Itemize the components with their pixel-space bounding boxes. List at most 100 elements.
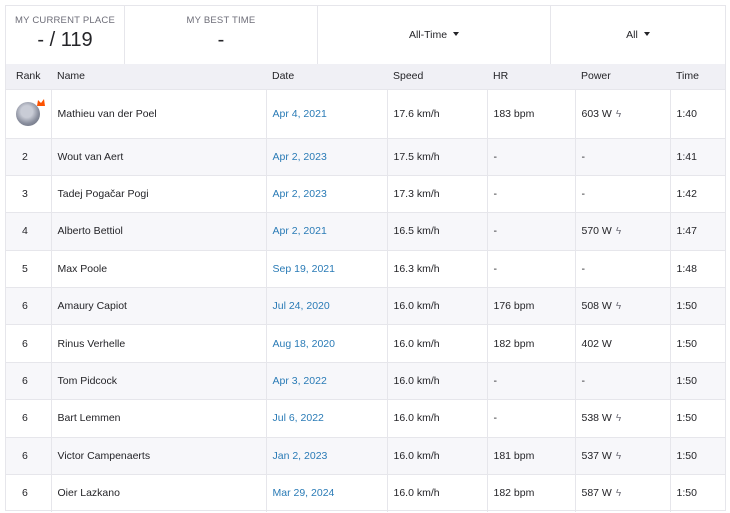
power-cell: 537 Wϟ [574, 436, 670, 475]
athlete-name-link[interactable]: Bart Lemmen [58, 412, 121, 424]
table-row: 6 Bart Lemmen Jul 6, 2022 16.0 km/h -538 Wϟ1… [6, 399, 725, 438]
speed-cell: 16.0 km/h [386, 436, 487, 475]
activity-date-link[interactable]: Jan 2, 2023 [273, 450, 328, 462]
athlete-name-link[interactable]: Alberto Bettiol [58, 225, 123, 237]
best-time-value: - [217, 29, 225, 51]
activity-date-link[interactable]: Apr 3, 2022 [273, 375, 327, 387]
athlete-name-link[interactable]: Wout van Aert [58, 151, 124, 163]
speed-cell: 16.0 km/h [386, 399, 487, 438]
athlete-name-link[interactable]: Oier Lazkano [58, 487, 120, 499]
athlete-name[interactable]: Tadej Pogačar Pogi [50, 174, 266, 213]
current-place-value: - / 119 [37, 29, 93, 51]
date-cell: Jul 24, 2020 [265, 287, 387, 325]
activity-date-link[interactable]: Apr 2, 2021 [273, 225, 327, 237]
date-cell: Mar 29, 2024 [265, 474, 387, 512]
date-cell: Aug 18, 2020 [265, 324, 387, 363]
athlete-name[interactable]: Bart Lemmen [50, 399, 266, 438]
athlete-name[interactable]: Alberto Bettiol [50, 212, 266, 251]
leaderboard-panel: MY CURRENT PLACE - / 119 MY BEST TIME - … [5, 5, 726, 512]
avatar[interactable] [16, 98, 45, 126]
athlete-name[interactable]: Amaury Capiot [50, 287, 266, 325]
time-cell: 1:41 [669, 137, 725, 176]
activity-date-link[interactable]: Aug 18, 2020 [273, 338, 335, 350]
time-cell: 1:50 [669, 287, 725, 325]
hr-cell: 176 bpm [486, 287, 575, 325]
date-cell: Apr 2, 2023 [265, 137, 387, 176]
power-value: 538 W [581, 412, 612, 425]
group-filter-dropdown[interactable]: All [550, 6, 725, 64]
speed-cell: 16.3 km/h [386, 249, 487, 288]
current-place-stat: MY CURRENT PLACE - / 119 [6, 6, 124, 64]
rank-cell: 6 [6, 474, 51, 512]
power-value: 570 W [581, 225, 612, 238]
caret-down-icon [453, 32, 460, 36]
rank-cell: 6 [6, 324, 51, 363]
speed-cell: 16.0 km/h [386, 361, 487, 400]
activity-date-link[interactable]: Jul 6, 2022 [273, 412, 324, 424]
athlete-name-link[interactable]: Max Poole [58, 263, 108, 275]
power-cell: - [574, 174, 670, 213]
activity-date-link[interactable]: Jul 24, 2020 [273, 300, 330, 312]
power-cell: 603 Wϟ [574, 88, 670, 138]
hr-cell: 182 bpm [486, 474, 575, 512]
athlete-name-link[interactable]: Mathieu van der Poel [58, 108, 157, 120]
date-filter-dropdown[interactable]: All-Time [317, 6, 550, 64]
activity-date-link[interactable]: Apr 2, 2023 [273, 151, 327, 163]
table-row: 6 Oier Lazkano Mar 29, 2024 16.0 km/h 182 bp… [6, 474, 725, 512]
date-cell: Apr 3, 2022 [265, 361, 387, 400]
hr-cell: - [486, 399, 575, 438]
leaderboard-table: Rank Name Date Speed HR Power Time Mathi… [6, 64, 725, 512]
time-cell: 1:50 [669, 361, 725, 400]
rank-cell: 6 [6, 361, 51, 400]
athlete-name[interactable]: Wout van Aert [50, 137, 266, 176]
athlete-name[interactable]: Max Poole [50, 249, 266, 288]
athlete-name-link[interactable]: Tadej Pogačar Pogi [58, 188, 149, 200]
athlete-name-link[interactable]: Rinus Verhelle [58, 338, 126, 350]
time-cell: 1:40 [669, 88, 725, 138]
power-value: 402 W [581, 337, 612, 350]
time-cell: 1:50 [669, 399, 725, 438]
table-row: 6 Tom Pidcock Apr 3, 2022 16.0 km/h - -1:50 [6, 361, 725, 400]
rank-cell: 3 [6, 174, 51, 213]
table-row: 3 Tadej Pogačar Pogi Apr 2, 2023 17.3 km/h -… [6, 174, 725, 213]
rank-cell: 6 [6, 287, 51, 325]
hr-cell: 181 bpm [486, 436, 575, 475]
power-value: - [581, 188, 586, 201]
bolt-icon: ϟ [615, 226, 622, 238]
hr-cell: 183 bpm [486, 88, 575, 138]
col-header-date: Date [272, 70, 295, 83]
power-cell: 508 Wϟ [574, 287, 670, 325]
table-row: 2 Wout van Aert Apr 2, 2023 17.5 km/h - -1:41 [6, 137, 725, 176]
athlete-name-link[interactable]: Tom Pidcock [58, 375, 118, 387]
power-cell: 538 Wϟ [574, 399, 670, 438]
date-cell: Apr 4, 2021 [265, 88, 387, 138]
athlete-name[interactable]: Oier Lazkano [50, 474, 266, 512]
rank-cell: 2 [6, 137, 51, 176]
power-cell: 570 Wϟ [574, 212, 670, 251]
athlete-name-link[interactable]: Amaury Capiot [58, 300, 127, 312]
speed-cell: 17.3 km/h [386, 174, 487, 213]
activity-date-link[interactable]: Mar 29, 2024 [273, 487, 335, 499]
bolt-icon: ϟ [615, 301, 622, 313]
activity-date-link[interactable]: Apr 4, 2021 [273, 108, 327, 120]
athlete-name-link[interactable]: Victor Campenaerts [58, 450, 151, 462]
athlete-name[interactable]: Victor Campenaerts [50, 436, 266, 475]
hr-cell: - [486, 212, 575, 251]
date-cell: Sep 19, 2021 [265, 249, 387, 288]
col-header-hr: HR [493, 70, 509, 83]
stats-header: MY CURRENT PLACE - / 119 MY BEST TIME - … [6, 6, 725, 64]
activity-date-link[interactable]: Sep 19, 2021 [273, 263, 335, 275]
col-header-name: Name [57, 70, 86, 83]
date-cell: Apr 2, 2021 [265, 212, 387, 251]
bolt-icon: ϟ [615, 108, 622, 120]
col-header-power: Power [581, 70, 611, 83]
athlete-name[interactable]: Tom Pidcock [50, 361, 266, 400]
power-value: - [581, 375, 586, 388]
activity-date-link[interactable]: Apr 2, 2023 [273, 188, 327, 200]
speed-cell: 16.0 km/h [386, 324, 487, 363]
power-cell: - [574, 361, 670, 400]
date-filter-label: All-Time [408, 29, 448, 41]
speed-cell: 16.5 km/h [386, 212, 487, 251]
athlete-name[interactable]: Mathieu van der Poel [50, 88, 266, 138]
athlete-name[interactable]: Rinus Verhelle [50, 324, 266, 363]
